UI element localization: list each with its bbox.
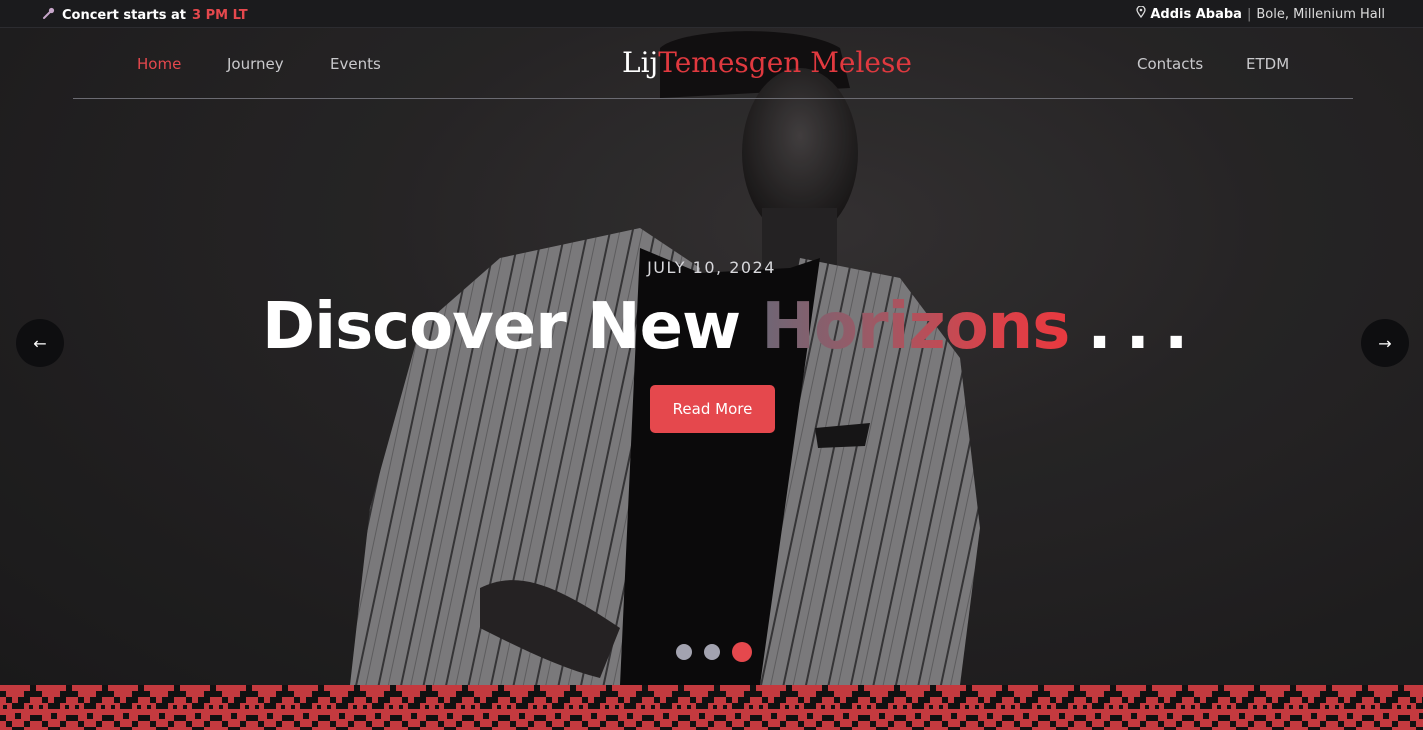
top-info-bar: Concert starts at 3 PM LT Addis Ababa | …	[0, 0, 1423, 28]
concert-info: Concert starts at 3 PM LT	[42, 6, 248, 24]
pager-dot-3-active[interactable]	[732, 642, 752, 662]
pager-dot-1[interactable]	[676, 644, 692, 660]
nav-events[interactable]: Events	[330, 55, 381, 73]
map-pin-icon	[1136, 5, 1146, 22]
headline-accent: Horizons	[761, 290, 1070, 364]
headline-plain: Discover New	[262, 290, 741, 364]
main-nav: Home Journey Events LijTemesgen Melese C…	[0, 28, 1423, 99]
hero-slider: Home Journey Events LijTemesgen Melese C…	[0, 28, 1423, 685]
microphone-icon	[42, 6, 56, 24]
arrow-right-icon: →	[1378, 333, 1392, 353]
brand-first: Lij	[622, 46, 659, 79]
brand-second: Temesgen Melese	[658, 46, 912, 79]
slide-pagination	[676, 642, 752, 662]
location-separator: |	[1246, 6, 1252, 22]
concert-time: 3 PM LT	[192, 7, 248, 23]
venue-name: Bole, Millenium Hall	[1256, 6, 1385, 22]
nav-home[interactable]: Home	[137, 55, 181, 73]
location-info: Addis Ababa | Bole, Millenium Hall	[1136, 5, 1385, 22]
city-name: Addis Ababa	[1150, 6, 1242, 22]
arrow-left-icon: ←	[33, 333, 47, 353]
brand-logo[interactable]: LijTemesgen Melese	[622, 46, 912, 79]
read-more-button[interactable]: Read More	[650, 385, 775, 433]
decorative-pattern-band	[0, 685, 1423, 730]
slide-date: JULY 10, 2024	[647, 258, 776, 277]
tibeb-pattern	[0, 685, 1423, 730]
nav-journey[interactable]: Journey	[227, 55, 284, 73]
nav-contacts[interactable]: Contacts	[1137, 55, 1203, 73]
nav-divider	[73, 98, 1353, 99]
concert-prefix: Concert starts at	[62, 7, 187, 23]
prev-slide-button[interactable]: ←	[16, 319, 64, 367]
pager-dot-2[interactable]	[704, 644, 720, 660]
next-slide-button[interactable]: →	[1361, 319, 1409, 367]
headline-dots: ...	[1087, 290, 1203, 364]
nav-etdm[interactable]: ETDM	[1246, 55, 1289, 73]
slide-headline: Discover New Horizons...	[262, 290, 1202, 364]
